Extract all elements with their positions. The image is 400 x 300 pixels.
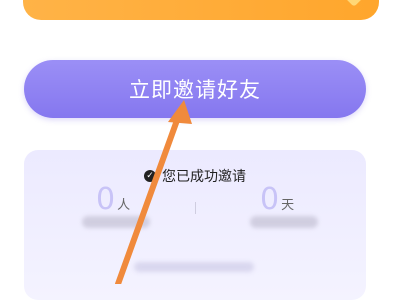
- check-circle-icon: ✓: [144, 170, 156, 182]
- invited-people-stat: 0 人: [96, 182, 130, 217]
- invited-people-count: 0: [96, 182, 116, 217]
- invite-stats-card: ✓ 您已成功邀请 0 人 0 天: [24, 150, 366, 300]
- reward-days-unit: 天: [281, 198, 295, 213]
- invite-stats-title: ✓ 您已成功邀请: [24, 166, 366, 186]
- stats-divider: [195, 202, 196, 214]
- invite-friends-button[interactable]: 立即邀请好友: [24, 60, 366, 118]
- sparkle-icon: [344, 0, 364, 7]
- invited-people-unit: 人: [117, 198, 131, 213]
- reward-days-stat: 0 天: [260, 182, 294, 217]
- blurred-days-label: [250, 216, 318, 228]
- reward-days-count: 0: [260, 182, 280, 217]
- blurred-people-label: [82, 216, 150, 228]
- invite-stats-title-text: 您已成功邀请: [162, 169, 246, 185]
- top-banner: [23, 0, 379, 20]
- blurred-bottom-link: [134, 262, 254, 272]
